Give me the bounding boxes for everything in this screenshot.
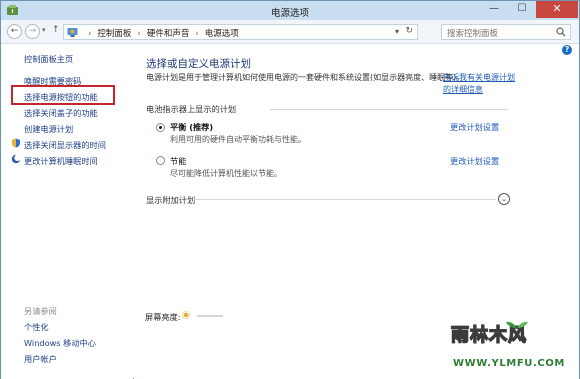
page-title: 选择或自定义电源计划	[146, 58, 251, 70]
breadcrumb-power-options[interactable]: 电源选项	[205, 29, 239, 39]
navigation-bar: ← → ▾ ↑ › 控制面板 › 硬件和声音 › 电源选项 ▾ ↻ 搜索控制面板	[1, 20, 579, 44]
sun-icon	[182, 311, 190, 319]
watermark: 雨林木风 WWW.YLMFU.COM	[447, 314, 579, 378]
plan-balanced-name[interactable]: 平衡 (推荐)	[170, 121, 213, 133]
description-text: 电源计划是用于管理计算机如何使用电源的一套硬件和系统设置(如显示器亮度、睡眠等)…	[146, 73, 465, 82]
minimize-button[interactable]: —	[481, 1, 507, 18]
sidebar-item-create-plan[interactable]: 创建电源计划	[24, 123, 73, 135]
breadcrumb-separator: ›	[88, 29, 92, 39]
see-also-heading: 另请参阅	[24, 306, 57, 316]
up-button[interactable]: ↑	[52, 25, 60, 35]
search-input[interactable]: 搜索控制面板	[441, 24, 571, 40]
plan-info-link[interactable]: 告诉我有关电源计划的详细信息	[443, 72, 518, 96]
sidebar-item-display-off[interactable]: 选择关闭显示器的时间	[24, 139, 106, 151]
plan-power-saver-settings-link[interactable]: 更改计划设置	[450, 155, 499, 167]
breadcrumb-hardware-sound[interactable]: 硬件和声音	[147, 29, 190, 39]
sidebar: 控制面板主页 唤醒时需要密码 选择电源按钮的功能 选择关闭盖子的功能 创建电源计…	[1, 45, 133, 379]
see-also-mobility-center[interactable]: Windows 移动中心	[24, 337, 96, 349]
power-options-window: 电源选项 — ☐ ✕ ← → ▾ ↑ › 控制面板 › 硬件和声音 › 电源选项 ▾ ↻ …	[0, 0, 580, 379]
plan-power-saver-name[interactable]: 节能	[170, 155, 186, 167]
plan-power-saver-description: 尽可能降低计算机性能以节能。	[170, 169, 282, 178]
show-additional-plans-label[interactable]: 显示附加计划	[146, 194, 195, 206]
close-button[interactable]: ✕	[536, 1, 578, 18]
maximize-button[interactable]: ☐	[509, 1, 535, 18]
search-icon[interactable]	[556, 27, 566, 37]
help-icon[interactable]: ?	[562, 45, 572, 55]
brightness-slider[interactable]	[197, 315, 223, 317]
search-placeholder: 搜索控制面板	[447, 29, 499, 39]
forward-button[interactable]: →	[25, 24, 40, 39]
sidebar-item-power-button[interactable]: 选择电源按钮的功能	[24, 91, 98, 103]
see-also-personalization[interactable]: 个性化	[24, 321, 49, 333]
leaf-icon	[506, 321, 528, 331]
breadcrumb-separator: ›	[137, 29, 141, 39]
address-history-button[interactable]: ▾	[395, 27, 399, 36]
plan-balanced-description: 利用可用的硬件自动平衡功耗与性能。	[170, 135, 306, 144]
breadcrumb: › 控制面板 › 硬件和声音 › 电源选项	[82, 27, 239, 39]
see-also-user-accounts[interactable]: 用户帐户	[24, 353, 57, 365]
uac-shield-icon	[12, 138, 20, 148]
battery-section-heading: 电池指示器上显示的计划	[146, 104, 237, 114]
recent-locations-button[interactable]: ▾	[42, 26, 46, 34]
sleep-moon-icon	[11, 154, 21, 164]
plan-power-saver-radio[interactable]	[156, 156, 165, 165]
plan-balanced-settings-link[interactable]: 更改计划设置	[450, 121, 499, 133]
section-divider	[270, 109, 508, 110]
address-bar[interactable]: › 控制面板 › 硬件和声音 › 电源选项 ▾ ↻	[63, 24, 418, 40]
back-button[interactable]: ←	[7, 24, 22, 39]
title-bar[interactable]: 电源选项 — ☐ ✕	[1, 1, 579, 20]
refresh-button[interactable]: ↻	[405, 26, 413, 36]
sidebar-item-sleep-time[interactable]: 更改计算机睡眠时间	[24, 155, 98, 167]
breadcrumb-control-panel[interactable]: 控制面板	[97, 29, 131, 39]
expand-additional-plans-button[interactable]: ⌄	[498, 193, 510, 205]
plan-balanced-radio[interactable]	[156, 123, 165, 132]
section-divider	[194, 199, 496, 200]
sidebar-item-lid-close[interactable]: 选择关闭盖子的功能	[24, 107, 98, 119]
control-panel-icon	[67, 28, 78, 37]
brightness-label: 屏幕亮度:	[145, 312, 181, 322]
breadcrumb-separator: ›	[195, 29, 199, 39]
watermark-url: WWW.YLMFU.COM	[453, 358, 565, 369]
sidebar-item-home[interactable]: 控制面板主页	[24, 53, 73, 65]
